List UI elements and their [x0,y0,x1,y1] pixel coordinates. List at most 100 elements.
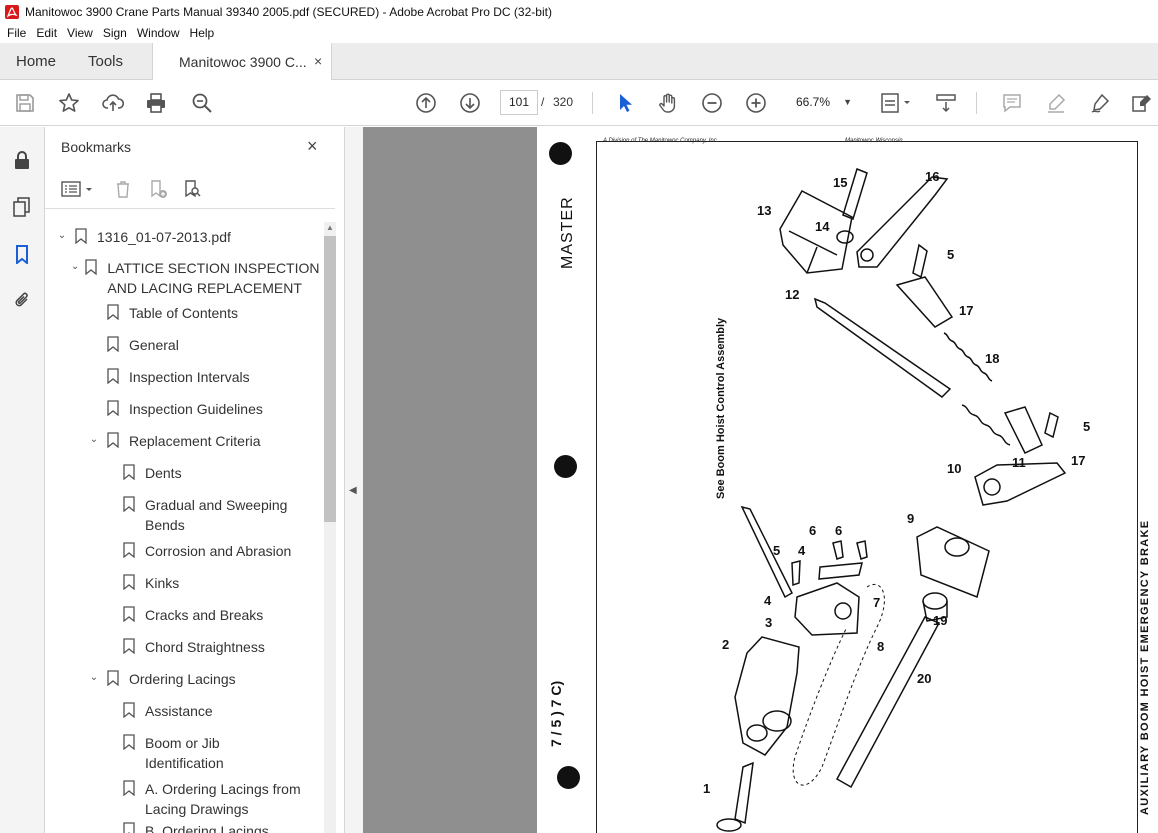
bookmark-label: LATTICE SECTION INSPECTION AND LACING RE… [107,260,320,296]
part-number: 3 [765,615,773,630]
sign-icon[interactable] [1088,91,1112,115]
part-number: 18 [985,351,1000,366]
bookmark-label: Replacement Criteria [129,433,261,449]
bookmark-label: A. Ordering Lacings from Lacing Drawings [145,781,301,817]
save-icon[interactable] [13,91,37,115]
bookmark-label: Table of Contents [129,305,238,321]
tab-document[interactable]: Manitowoc 3900 C... × [152,43,332,80]
bookmark-item[interactable]: Kinks [123,573,179,593]
scroll-mode-icon[interactable] [934,91,958,115]
print-icon[interactable] [144,91,168,115]
bookmark-item[interactable]: Table of Contents [107,303,238,323]
bookmark-item[interactable]: Inspection Guidelines [107,399,263,419]
page-number-input[interactable]: 101 [500,90,538,115]
panel-collapse-bar: ◀ [345,127,363,833]
page-fit-icon[interactable] [878,91,914,115]
bookmark-item[interactable]: Inspection Intervals [107,367,250,387]
scrollbar-thumb[interactable] [324,236,336,522]
select-cursor-icon[interactable] [613,91,637,115]
bookmark-item[interactable]: ⌄ LATTICE SECTION INSPECTION AND LACING … [71,258,323,298]
menu-view[interactable]: View [62,26,98,40]
close-icon[interactable]: × [307,136,318,157]
zoom-in-icon[interactable] [744,91,768,115]
bookmark-item[interactable]: B. Ordering Lacings [123,821,269,833]
tab-close-icon[interactable]: × [314,53,322,69]
chevron-down-icon[interactable]: ⌄ [55,230,69,244]
part-number: 10 [947,461,962,476]
bookmark-label: Dents [145,465,182,481]
zoom-out-icon[interactable] [700,91,724,115]
bookmark-label: 1316_01-07-2013.pdf [97,229,231,245]
bookmark-label: Inspection Intervals [129,369,250,385]
bookmark-icon [107,670,119,686]
bookmark-label: General [129,337,179,353]
chevron-down-icon[interactable]: ⌄ [71,261,79,275]
tab-tools[interactable]: Tools [88,53,123,70]
upload-icon[interactable] [101,91,125,115]
part-number: 13 [757,203,772,218]
tab-home[interactable]: Home [16,53,56,70]
bookmark-item[interactable]: Assistance [123,701,213,721]
attachment-icon[interactable] [10,288,34,312]
menu-window[interactable]: Window [132,26,185,40]
bookmark-icon [123,822,135,833]
highlight-icon[interactable] [1044,91,1068,115]
part-number: 7 [873,595,881,610]
part-number: 14 [815,219,830,234]
menu-edit[interactable]: Edit [31,26,62,40]
chevron-down-icon[interactable]: ⌄ [87,434,101,448]
bookmark-item[interactable]: ⌄ Replacement Criteria [87,431,261,451]
bookmark-item[interactable]: Dents [123,463,182,483]
bookmark-label: Boom or Jib Identification [145,735,224,771]
bookmark-item[interactable]: Boom or Jib Identification [123,733,283,773]
bookmark-label: B. Ordering Lacings [145,823,269,833]
menu-help[interactable]: Help [185,26,220,40]
part-number: 2 [722,637,730,652]
bookmark-icon [107,336,119,352]
comment-icon[interactable] [1000,91,1024,115]
toolbar-divider [976,92,977,114]
lock-icon[interactable] [10,148,34,172]
pages-icon[interactable] [10,195,34,219]
new-bookmark-icon[interactable] [146,178,170,200]
zoom-select[interactable]: 66.7% ▼ [788,90,858,115]
bookmark-item[interactable]: ⌄ Ordering Lacings [87,669,236,689]
page-total: 320 [553,95,574,109]
bookmark-panel-icon[interactable] [10,242,34,266]
star-icon[interactable] [57,91,81,115]
part-number: 19 [933,613,948,628]
edit-pdf-icon[interactable] [1130,91,1154,115]
bookmark-item[interactable]: Gradual and Sweeping Bends [123,495,313,535]
part-number: 17 [959,303,974,318]
bookmark-item[interactable]: Chord Straightness [123,637,265,657]
part-number: 15 [833,175,848,190]
page-up-icon[interactable] [414,91,438,115]
bookmark-item[interactable]: Cracks and Breaks [123,605,263,625]
bookmark-icon [123,574,135,590]
bookmark-icon [123,464,135,480]
bookmark-label: Kinks [145,575,180,591]
hand-icon[interactable] [656,91,680,115]
chevron-down-icon[interactable]: ⌄ [87,672,101,686]
bookmark-options-icon[interactable] [59,178,97,200]
find-bookmark-icon[interactable] [180,178,204,200]
scroll-up-icon[interactable]: ▲ [326,223,334,232]
part-number: 6 [835,523,843,538]
zoom-value: 66.7% [796,95,831,109]
part-number: 11 [1012,455,1026,470]
bookmark-item[interactable]: Corrosion and Abrasion [123,541,291,561]
delete-bookmark-icon[interactable] [111,178,135,200]
bookmark-icon [85,259,98,275]
page-down-icon[interactable] [458,91,482,115]
bookmark-icon [123,702,135,718]
bookmark-item[interactable]: General [107,335,179,355]
menu-file[interactable]: File [2,26,31,40]
bookmark-icon [75,228,87,244]
menu-sign[interactable]: Sign [98,26,132,40]
bookmark-item[interactable]: A. Ordering Lacings from Lacing Drawings [123,779,321,819]
bookmark-scrollbar[interactable]: ▲ [324,222,336,833]
document-viewer[interactable]: A Division of The Manitowoc Company, Inc… [363,127,1158,833]
zoom-search-icon[interactable] [190,91,214,115]
bookmark-item[interactable]: ⌄ 1316_01-07-2013.pdf [55,227,231,247]
collapse-panel-icon[interactable]: ◀ [349,485,357,496]
